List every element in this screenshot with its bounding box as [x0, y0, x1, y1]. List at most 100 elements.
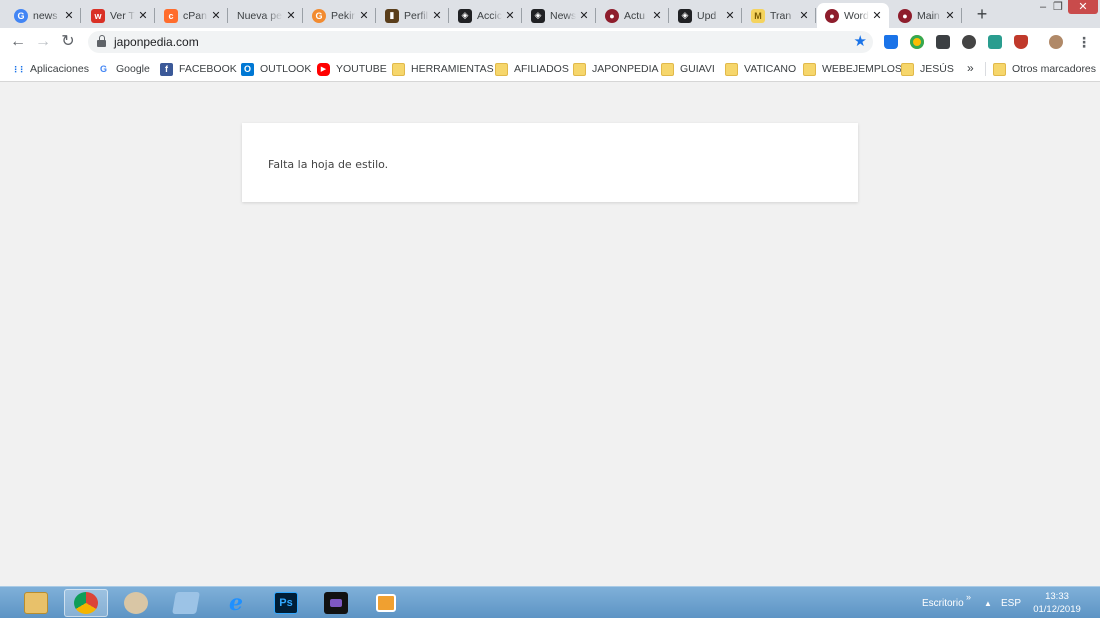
tab-title: Accic — [477, 9, 502, 22]
bookmark-jes-s[interactable]: JESÚS — [901, 61, 954, 77]
tab-5[interactable]: G Pekir ✕ — [304, 3, 376, 28]
tab-title: Pekir — [331, 9, 355, 22]
avatar-icon: ● — [898, 8, 912, 23]
close-tab-icon[interactable]: ✕ — [137, 9, 149, 22]
w-icon: w — [91, 8, 105, 23]
bookmark-guiavi[interactable]: GUIAVI — [661, 61, 715, 77]
close-tab-icon[interactable]: ✕ — [724, 9, 736, 22]
desktop-toolbar-label[interactable]: Escritorio — [922, 587, 964, 618]
taskbar-paint[interactable] — [114, 589, 158, 617]
tab-4[interactable]: Nueva pe ✕ — [229, 3, 303, 28]
close-tab-icon[interactable]: ✕ — [944, 9, 956, 22]
check-extension-icon[interactable] — [910, 35, 924, 49]
bookmark-facebook[interactable]: f FACEBOOK — [160, 61, 237, 77]
tab-8[interactable]: ◈ News ✕ — [523, 3, 596, 28]
tab-7[interactable]: ◈ Accic ✕ — [450, 3, 522, 28]
forward-button[interactable]: → — [33, 32, 53, 52]
tab-title: Ver T — [110, 9, 135, 22]
bookmark-herramientas[interactable]: HERRAMIENTAS — [392, 61, 494, 77]
bookmark-label: VATICANO — [744, 63, 797, 75]
tab-separator — [448, 8, 449, 23]
bookmark-vaticano[interactable]: VATICANO — [725, 61, 796, 77]
g-orange-icon: G — [312, 8, 326, 23]
taskbar-internet-explorer[interactable]: e — [214, 589, 258, 617]
bookmark-label: YOUTUBE — [336, 63, 387, 75]
tab-2[interactable]: w Ver T ✕ — [83, 3, 155, 28]
language-indicator[interactable]: ESP — [1001, 587, 1021, 618]
tab-separator — [741, 8, 742, 23]
address-bar[interactable]: japonpedia.com ★ — [88, 31, 873, 53]
taskbar-video[interactable] — [314, 589, 358, 617]
close-tab-icon[interactable]: ✕ — [578, 9, 590, 22]
taskbar-media-player[interactable] — [364, 589, 408, 617]
tab-9[interactable]: ● Actu ✕ — [597, 3, 669, 28]
bookmark-outlook[interactable]: O OUTLOOK — [241, 61, 311, 77]
chrome-icon — [74, 592, 98, 614]
tab-separator — [302, 8, 303, 23]
tab-1[interactable]: Gnews ✕ — [6, 3, 81, 28]
other-bookmarks-folder[interactable]: Otros marcadores — [993, 61, 1096, 77]
lock-icon[interactable] — [97, 35, 106, 47]
taskbar-photoshop[interactable]: Ps — [264, 589, 308, 617]
k-extension-icon[interactable] — [962, 35, 976, 49]
close-tab-icon[interactable]: ✕ — [504, 9, 516, 22]
bookmark-google[interactable]: G Google — [97, 61, 150, 77]
close-tab-icon[interactable]: ✕ — [798, 9, 810, 22]
tab-12[interactable]: ● Word ✕ — [817, 3, 889, 28]
tab-separator — [521, 8, 522, 23]
avatar-icon: ● — [825, 8, 839, 23]
shield-extension-icon[interactable] — [1014, 35, 1028, 49]
tab-13[interactable]: ● Main ✕ — [890, 3, 962, 28]
m-icon: M — [751, 8, 765, 23]
tab-title: Nueva pe — [237, 9, 282, 22]
tab-11[interactable]: M Tran ✕ — [743, 3, 816, 28]
eye-icon: ◈ — [458, 8, 472, 23]
youtube-icon: ▶ — [317, 62, 330, 76]
trash-extension-icon[interactable] — [884, 35, 898, 49]
url-text[interactable]: japonpedia.com — [114, 35, 199, 49]
reload-button[interactable]: ↻ — [58, 32, 78, 52]
close-tab-icon[interactable]: ✕ — [210, 9, 222, 22]
video-icon — [324, 592, 348, 614]
restore-button[interactable]: ❐ — [1051, 0, 1065, 14]
bookmark-label: FACEBOOK — [179, 63, 237, 75]
close-tab-icon[interactable]: ✕ — [871, 9, 883, 22]
taskbar-file-explorer[interactable] — [14, 589, 58, 617]
notepad-icon — [172, 592, 200, 614]
close-tab-icon[interactable]: ✕ — [63, 9, 75, 22]
tab-3[interactable]: c cPan ✕ — [156, 3, 228, 28]
bookmark-youtube[interactable]: ▶ YOUTUBE — [317, 61, 387, 77]
image-extension-icon[interactable] — [988, 35, 1002, 49]
bookmark-japonpedia[interactable]: JAPONPEDIA — [573, 61, 659, 77]
mail-extension-icon[interactable] — [936, 35, 950, 49]
profile-avatar[interactable] — [1049, 35, 1063, 49]
bookmark-afiliados[interactable]: AFILIADOS — [495, 61, 569, 77]
tab-title: Perfil — [404, 9, 428, 22]
close-tab-icon[interactable]: ✕ — [651, 9, 663, 22]
tab-6[interactable]: ▮ Perfil ✕ — [377, 3, 449, 28]
back-button[interactable]: ← — [8, 32, 28, 52]
taskbar-notepad[interactable] — [164, 589, 208, 617]
taskbar-chrome[interactable] — [64, 589, 108, 617]
bookmark-star-icon[interactable]: ★ — [854, 32, 867, 50]
tray-chevron[interactable]: » — [966, 581, 971, 613]
internet-explorer-icon: e — [229, 590, 243, 616]
close-tab-icon[interactable]: ✕ — [431, 9, 443, 22]
bookmark-aplicaciones[interactable]: ⋮⋮ Aplicaciones — [11, 61, 89, 77]
minimize-button[interactable]: – — [1036, 0, 1050, 14]
bookmark-webejemplos[interactable]: WEBEJEMPLOS — [803, 61, 902, 77]
new-tab-button[interactable]: + — [972, 4, 992, 24]
bookmarks-bar: ⋮⋮ Aplicaciones G Google f FACEBOOK O OUTLOOK ▶ Y… — [0, 56, 1100, 82]
clock-time: 13:33 — [1045, 591, 1069, 602]
menu-kebab-icon[interactable]: ⋮ — [1077, 34, 1091, 51]
show-hidden-icons-arrow[interactable]: ▲ — [984, 587, 992, 618]
close-tab-icon[interactable]: ✕ — [285, 9, 297, 22]
apps-grid-icon: ⋮⋮ — [11, 64, 26, 74]
close-tab-icon[interactable]: ✕ — [358, 9, 370, 22]
tab-separator — [668, 8, 669, 23]
tab-separator — [227, 8, 228, 23]
bookmarks-overflow-button[interactable]: » — [967, 61, 974, 75]
close-window-button[interactable]: ✕ — [1068, 0, 1098, 14]
system-clock[interactable]: 13:33 01/12/2019 — [1030, 590, 1084, 616]
tab-10[interactable]: ◈ Upd ✕ — [670, 3, 742, 28]
